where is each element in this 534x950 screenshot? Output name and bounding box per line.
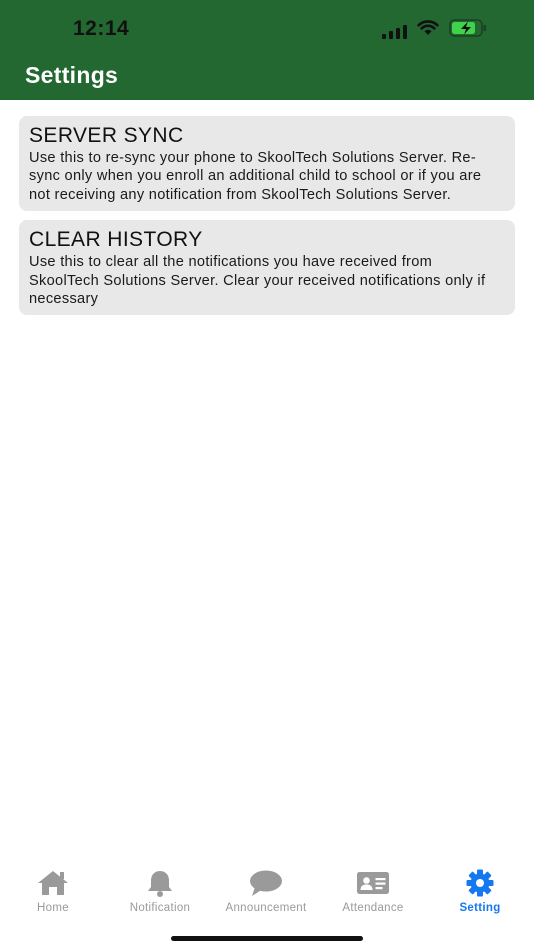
clear-history-card[interactable]: CLEAR HISTORY Use this to clear all the … <box>19 220 515 316</box>
settings-list: SERVER SYNC Use this to re-sync your pho… <box>19 116 515 324</box>
app-header: 12:14 Settings <box>0 0 534 100</box>
server-sync-card[interactable]: SERVER SYNC Use this to re-sync your pho… <box>19 116 515 212</box>
tab-notification[interactable]: Notification <box>107 869 213 919</box>
status-bar-icons <box>382 19 487 42</box>
tab-setting-label: Setting <box>459 902 501 914</box>
tab-notification-label: Notification <box>129 902 191 914</box>
clear-history-title: CLEAR HISTORY <box>29 228 203 252</box>
gear-icon <box>427 869 533 899</box>
page-title: Settings <box>25 62 119 88</box>
clear-history-description: Use this to clear all the notifications … <box>29 254 486 308</box>
tab-attendance[interactable]: Attendance <box>320 869 426 919</box>
battery-charging-icon <box>449 19 487 42</box>
server-sync-description: Use this to re-sync your phone to SkoolT… <box>29 150 482 203</box>
speech-bubble-icon <box>213 869 319 899</box>
server-sync-title: SERVER SYNC <box>29 124 184 147</box>
wifi-icon <box>417 20 439 41</box>
tab-announcement[interactable]: Announcement <box>213 869 319 919</box>
tab-announcement-label: Announcement <box>225 902 307 914</box>
tab-attendance-label: Attendance <box>342 902 404 914</box>
id-card-icon <box>320 869 426 899</box>
tab-home[interactable]: Home <box>0 869 106 919</box>
home-icon <box>0 869 106 899</box>
status-bar-time: 12:14 <box>73 17 130 40</box>
tab-home-label: Home <box>37 902 69 914</box>
cellular-signal-icon <box>382 23 407 39</box>
bell-icon <box>107 869 213 899</box>
tab-setting[interactable]: Setting <box>427 869 533 919</box>
home-indicator[interactable] <box>171 936 363 941</box>
